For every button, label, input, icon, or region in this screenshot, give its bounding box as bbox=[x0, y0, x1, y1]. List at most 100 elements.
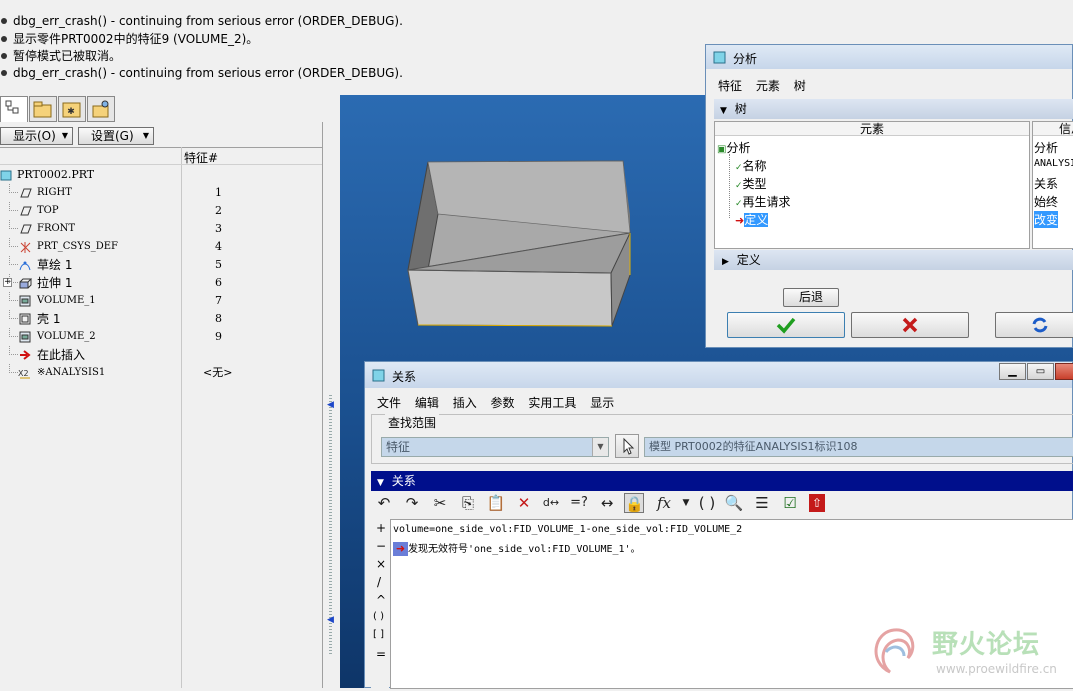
tree-section-header[interactable]: ▼ 树 bbox=[714, 99, 1073, 119]
tree-item-type[interactable]: ✓类型 bbox=[735, 175, 767, 192]
cancel-button[interactable] bbox=[851, 312, 969, 338]
tree-item-name[interactable]: ✓名称 bbox=[735, 157, 767, 174]
ok-button[interactable] bbox=[727, 312, 845, 338]
lookin-select[interactable]: 特征 ▼ bbox=[381, 437, 609, 457]
tree-item[interactable]: VOLUME_1 7 bbox=[0, 292, 323, 310]
menu-file[interactable]: 文件 bbox=[377, 396, 401, 410]
connections-tab[interactable] bbox=[87, 96, 115, 122]
check-icon: ✓ bbox=[735, 199, 743, 209]
sort-icon: ☰ bbox=[755, 494, 769, 512]
cut-button[interactable]: ✂ bbox=[430, 493, 450, 513]
tree-item-definition[interactable]: ➜定义 bbox=[735, 211, 769, 228]
settings-dropdown[interactable]: 设置(G) ▼ bbox=[78, 127, 154, 145]
tree-item-regen[interactable]: ✓再生请求 bbox=[735, 193, 791, 210]
regenerate-button[interactable] bbox=[995, 312, 1073, 338]
copy-button[interactable]: ⎘ bbox=[458, 493, 478, 513]
tree-item-label: 草绘 1 bbox=[37, 258, 73, 272]
back-button[interactable]: 后退 bbox=[783, 288, 839, 307]
check-icon: ✓ bbox=[735, 163, 743, 173]
close-window-button[interactable] bbox=[1055, 363, 1073, 380]
tree-item[interactable]: TOP 2 bbox=[0, 202, 323, 220]
tree-item[interactable]: X2 ※ANALYSIS1 <无> bbox=[0, 364, 323, 382]
collapse-left-icon[interactable]: ◀ bbox=[327, 400, 334, 410]
info-value-selected: 改变 bbox=[1034, 211, 1059, 228]
close-icon bbox=[902, 317, 918, 333]
collapse-left-icon[interactable]: ◀ bbox=[327, 615, 334, 625]
model-tree-tab[interactable] bbox=[0, 96, 28, 122]
column-header-info[interactable]: 信息 bbox=[1033, 122, 1073, 136]
menu-parameters[interactable]: 参数 bbox=[491, 396, 515, 410]
tree-item[interactable]: PRT_CSYS_DEF 4 bbox=[0, 238, 323, 256]
menu-feature[interactable]: 特征 bbox=[718, 79, 742, 93]
braces-button[interactable]: ( ) bbox=[697, 493, 717, 513]
analysis-dialog: 分析 特征 元素 树 ▼ 树 元素 ▣分析 ✓名称 ✓类型 ✓再生请求 ➜定义 … bbox=[705, 44, 1073, 348]
relations-section-header[interactable]: ▼ 关系 bbox=[371, 471, 1073, 491]
menu-utilities[interactable]: 实用工具 bbox=[528, 396, 576, 410]
tree-item[interactable]: VOLUME_2 9 bbox=[0, 328, 323, 346]
verify-button[interactable]: ☑ bbox=[780, 493, 800, 513]
info-value: ANALYSI bbox=[1034, 158, 1073, 169]
relations-dialog-titlebar[interactable]: 关系 ▁ ▭ bbox=[365, 362, 1073, 388]
cut-icon: ✂ bbox=[433, 494, 447, 512]
error-line[interactable]: ➜ 发现无效符号'one_side_vol:FID_VOLUME_1'。 bbox=[393, 540, 641, 556]
function-dropdown[interactable]: ▼ bbox=[676, 493, 696, 513]
tree-item[interactable]: 壳 1 8 bbox=[0, 310, 323, 328]
feature-number: 3 bbox=[215, 222, 222, 235]
lock-button[interactable]: 🔒 bbox=[624, 493, 644, 513]
display-dropdown[interactable]: 显示(O) ▼ bbox=[0, 127, 73, 145]
menu-element[interactable]: 元素 bbox=[756, 79, 780, 93]
operator-minus[interactable]: − bbox=[376, 539, 386, 553]
maximize-button[interactable]: ▭ bbox=[1027, 363, 1054, 380]
select-pointer-button[interactable] bbox=[615, 434, 639, 458]
execute-button[interactable]: ⇧ bbox=[809, 494, 825, 512]
menu-display[interactable]: 显示 bbox=[590, 396, 614, 410]
feature-number: 1 bbox=[215, 186, 222, 199]
sort-button[interactable]: ☰ bbox=[752, 493, 772, 513]
minimize-button[interactable]: ▁ bbox=[999, 363, 1026, 380]
folder-icon bbox=[33, 101, 52, 118]
model-path-field[interactable]: 模型 PRT0002的特征ANALYSIS1标识108 bbox=[644, 437, 1073, 457]
menu-insert[interactable]: 插入 bbox=[453, 396, 477, 410]
operator-brackets[interactable]: [ ] bbox=[373, 629, 384, 640]
folder-tab[interactable] bbox=[29, 96, 57, 122]
tree-item[interactable]: 在此插入 bbox=[0, 346, 323, 364]
tree-item[interactable]: 草绘 1 5 bbox=[0, 256, 323, 274]
menu-tree[interactable]: 树 bbox=[794, 79, 806, 93]
undo-button[interactable]: ↶ bbox=[374, 493, 394, 513]
paste-button[interactable]: 📋 bbox=[486, 493, 506, 513]
tree-root-analysis[interactable]: ▣分析 bbox=[717, 139, 750, 156]
lookin-label: 查找范围 bbox=[385, 414, 440, 431]
operator-plus[interactable]: + bbox=[376, 521, 386, 535]
relation-line[interactable]: volume=one_side_vol:FID_VOLUME_1-one_sid… bbox=[393, 524, 742, 535]
tree-item[interactable]: RIGHT 1 bbox=[0, 184, 323, 202]
operator-divide[interactable]: / bbox=[377, 575, 381, 589]
refresh-icon bbox=[1032, 317, 1048, 333]
redo-button[interactable]: ↷ bbox=[402, 493, 422, 513]
lock-icon: 🔒 bbox=[625, 495, 644, 513]
analysis-dialog-titlebar[interactable]: 分析 bbox=[706, 45, 1072, 69]
tree-item[interactable]: FRONT 3 bbox=[0, 220, 323, 238]
operator-equals[interactable]: = bbox=[376, 647, 386, 661]
find-button[interactable]: 🔍 bbox=[724, 493, 744, 513]
feature-number: 4 bbox=[215, 240, 222, 253]
menu-edit[interactable]: 编辑 bbox=[415, 396, 439, 410]
checkmark-icon bbox=[776, 317, 796, 334]
undo-icon: ↶ bbox=[377, 494, 391, 512]
volume-icon bbox=[19, 295, 31, 307]
evaluate-button[interactable]: =? bbox=[569, 493, 589, 513]
tree-root[interactable]: PRT0002.PRT bbox=[0, 166, 323, 184]
panel-splitter[interactable]: ◀ ◀ bbox=[324, 95, 340, 688]
function-button[interactable]: fx bbox=[654, 493, 674, 513]
definition-section-header[interactable]: ▶ 定义 bbox=[714, 250, 1073, 270]
switch-dims-button[interactable]: d↔ bbox=[541, 493, 561, 513]
tree-item[interactable]: + 拉伸 16 bbox=[0, 274, 323, 292]
column-header-element[interactable]: 元素 bbox=[715, 122, 1029, 136]
find-icon: 🔍 bbox=[724, 494, 744, 512]
show-dimension-button[interactable]: ↔ bbox=[597, 493, 617, 513]
delete-button[interactable]: ✕ bbox=[514, 493, 534, 513]
operator-multiply[interactable]: × bbox=[376, 557, 386, 571]
expand-down-icon: ▼ bbox=[377, 478, 384, 488]
operator-parens[interactable]: ( ) bbox=[373, 611, 384, 622]
favorites-tab[interactable]: ✱ bbox=[58, 96, 86, 122]
operator-power[interactable]: ^ bbox=[376, 593, 386, 607]
